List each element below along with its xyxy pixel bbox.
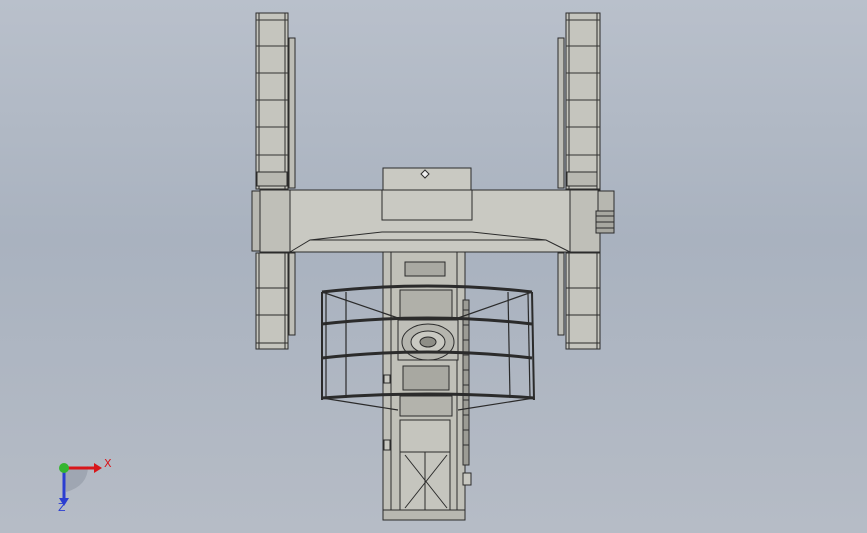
left-ladder[interactable] — [255, 12, 296, 350]
orientation-triad: X Z — [48, 452, 118, 518]
graphics-viewport[interactable]: X Z — [0, 0, 867, 533]
right-ladder[interactable] — [557, 12, 601, 350]
main-beam[interactable] — [251, 189, 615, 253]
turntable[interactable] — [397, 319, 459, 361]
triad-y-dot-icon — [59, 463, 69, 473]
axis-label-z: Z — [58, 501, 66, 514]
cad-model-top-view[interactable] — [0, 0, 867, 533]
axis-label-x: X — [104, 457, 112, 470]
